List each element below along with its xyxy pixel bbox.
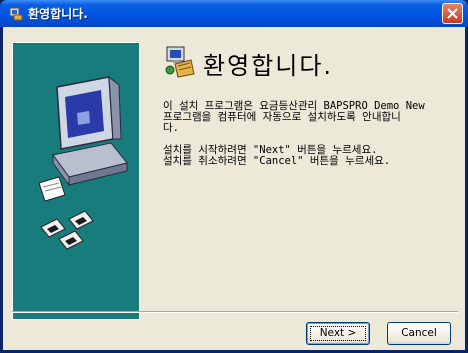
button-divider bbox=[12, 311, 458, 313]
instruction-line: 설치를 취소하려면 "Cancel" 버튼을 누르세요. bbox=[163, 155, 391, 167]
next-button[interactable]: Next > bbox=[306, 322, 370, 345]
installer-window: 환영합니다. 환영합니다. 이 설치 프로그램은 요금등산관리 BAPSPRO … bbox=[0, 0, 468, 353]
window-title: 환영합니다. bbox=[28, 7, 88, 21]
welcome-banner bbox=[12, 42, 140, 320]
intro-text: 이 설치 프로그램은 요금등산관리 BAPSPRO Demo New 프로그램을… bbox=[163, 101, 459, 134]
cancel-button[interactable]: Cancel bbox=[387, 322, 451, 345]
title-bar[interactable]: 환영합니다. bbox=[0, 0, 468, 27]
dialog-body: 환영합니다. 이 설치 프로그램은 요금등산관리 BAPSPRO Demo Ne… bbox=[3, 27, 465, 350]
close-icon bbox=[447, 8, 458, 19]
instruction-text: 설치를 시작하려면 "Next" 버튼을 누르세요. 설치를 취소하려면 "Ca… bbox=[163, 145, 459, 167]
page-title: 환영합니다. bbox=[203, 52, 334, 80]
installer-icon bbox=[165, 46, 195, 78]
computer-illustration bbox=[38, 75, 128, 250]
intro-line: 다. bbox=[163, 122, 179, 134]
close-button[interactable] bbox=[442, 3, 463, 24]
setup-icon bbox=[9, 7, 23, 21]
focus-rect bbox=[310, 326, 366, 341]
cancel-label: Cancel bbox=[401, 327, 437, 339]
intro-line: 프로그램을 컴퓨터에 자동으로 설치하도록 안내합니 bbox=[163, 111, 401, 123]
